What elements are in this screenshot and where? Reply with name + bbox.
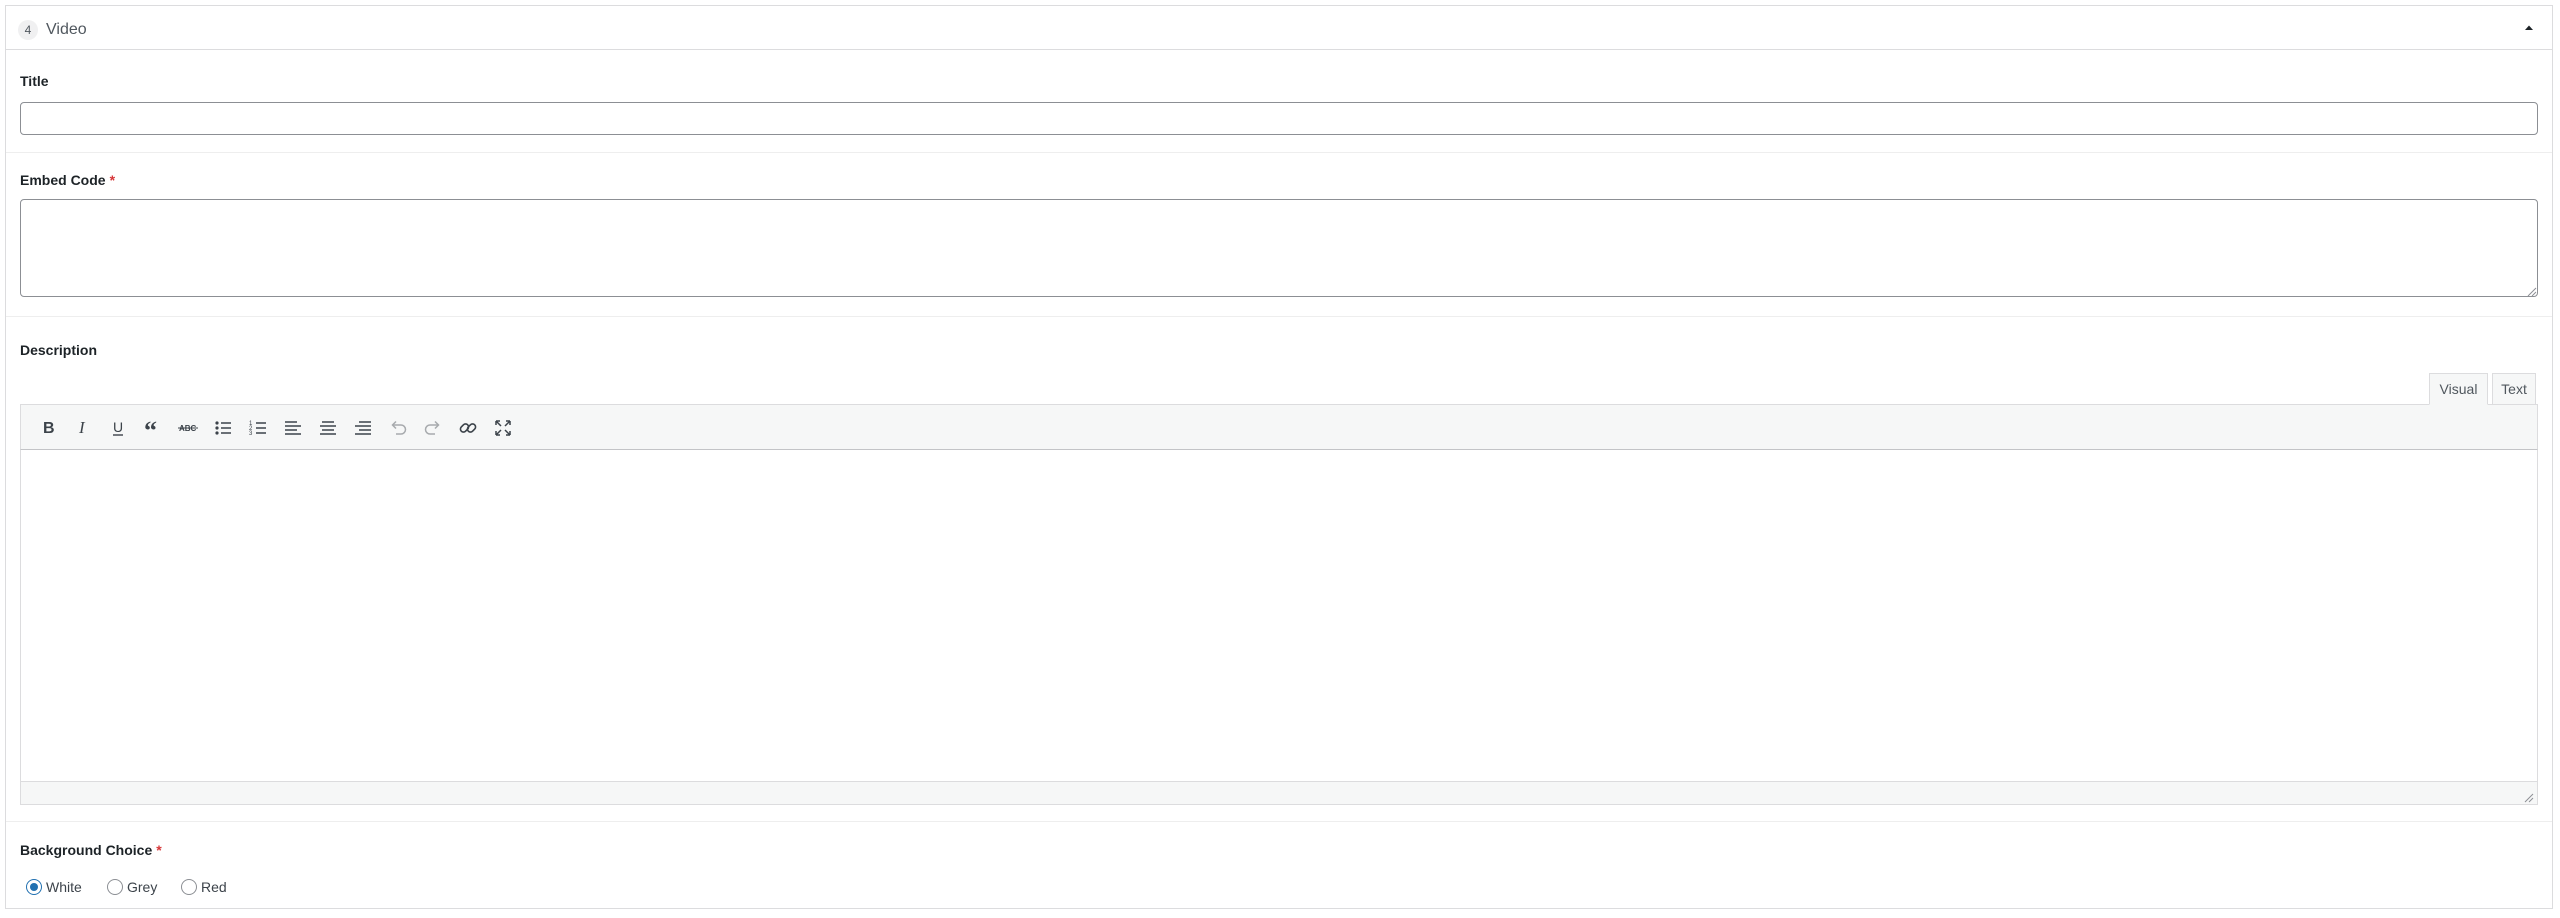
undo-icon[interactable] — [384, 414, 412, 442]
bulleted-list-icon[interactable] — [209, 414, 237, 442]
background-choice-label-text: Background Choice — [20, 842, 153, 858]
editor-toolbar: B I U “ ABC 1 2 3 — [20, 404, 2538, 450]
svg-text:B: B — [43, 420, 55, 437]
fullscreen-icon[interactable] — [489, 414, 517, 442]
align-center-icon[interactable] — [314, 414, 342, 442]
radio-red-circle[interactable] — [181, 879, 197, 895]
radio-red[interactable]: Red — [175, 876, 235, 898]
tab-visual[interactable]: Visual — [2429, 373, 2488, 405]
redo-icon[interactable] — [419, 414, 447, 442]
background-choice-label: Background Choice * — [20, 840, 162, 860]
blockquote-icon[interactable]: “ — [139, 414, 167, 442]
background-choice-field: Background Choice * — [6, 822, 2552, 909]
embed-code-label-text: Embed Code — [20, 172, 106, 188]
italic-icon[interactable]: I — [69, 414, 97, 442]
layout-name: Video — [46, 21, 87, 38]
radio-white-label: White — [46, 879, 82, 895]
align-right-icon[interactable] — [349, 414, 377, 442]
embed-code-label: Embed Code * — [20, 170, 115, 190]
numbered-list-icon[interactable]: 1 2 3 — [244, 414, 272, 442]
align-left-icon[interactable] — [279, 414, 307, 442]
radio-white[interactable]: White — [20, 876, 90, 898]
required-mark: * — [156, 842, 162, 858]
svg-text:“: “ — [144, 416, 157, 442]
caret-up-icon[interactable] — [2518, 17, 2540, 39]
radio-white-circle[interactable] — [26, 879, 42, 895]
title-input[interactable] — [20, 102, 2538, 135]
description-editor-body[interactable] — [20, 450, 2538, 781]
radio-red-label: Red — [201, 879, 227, 895]
layout-order-badge: 4 — [18, 20, 38, 40]
svg-text:I: I — [78, 418, 86, 437]
embed-code-textarea[interactable] — [20, 199, 2538, 297]
resize-grip-icon[interactable] — [2527, 287, 2537, 297]
embed-code-field: Embed Code * — [6, 152, 2552, 317]
title-label: Title — [20, 73, 49, 89]
link-icon[interactable] — [454, 414, 482, 442]
required-mark: * — [109, 172, 116, 188]
resize-grip-icon[interactable] — [2524, 793, 2534, 803]
flexible-content-layout: 4 Video Title Embed Code * Description Vi… — [5, 5, 2553, 909]
radio-grey-circle[interactable] — [107, 879, 123, 895]
bold-icon[interactable]: B — [34, 414, 62, 442]
svg-text:U: U — [113, 419, 123, 435]
strikethrough-icon[interactable]: ABC — [174, 414, 202, 442]
underline-icon[interactable]: U — [104, 414, 132, 442]
editor-statusbar — [20, 781, 2538, 805]
tab-text[interactable]: Text — [2492, 373, 2536, 405]
radio-grey[interactable]: Grey — [101, 876, 165, 898]
title-field: Title — [6, 50, 2552, 153]
svg-text:3: 3 — [249, 431, 253, 437]
layout-header[interactable]: 4 Video — [6, 6, 2552, 50]
description-label: Description — [20, 342, 98, 358]
radio-grey-label: Grey — [127, 879, 158, 895]
